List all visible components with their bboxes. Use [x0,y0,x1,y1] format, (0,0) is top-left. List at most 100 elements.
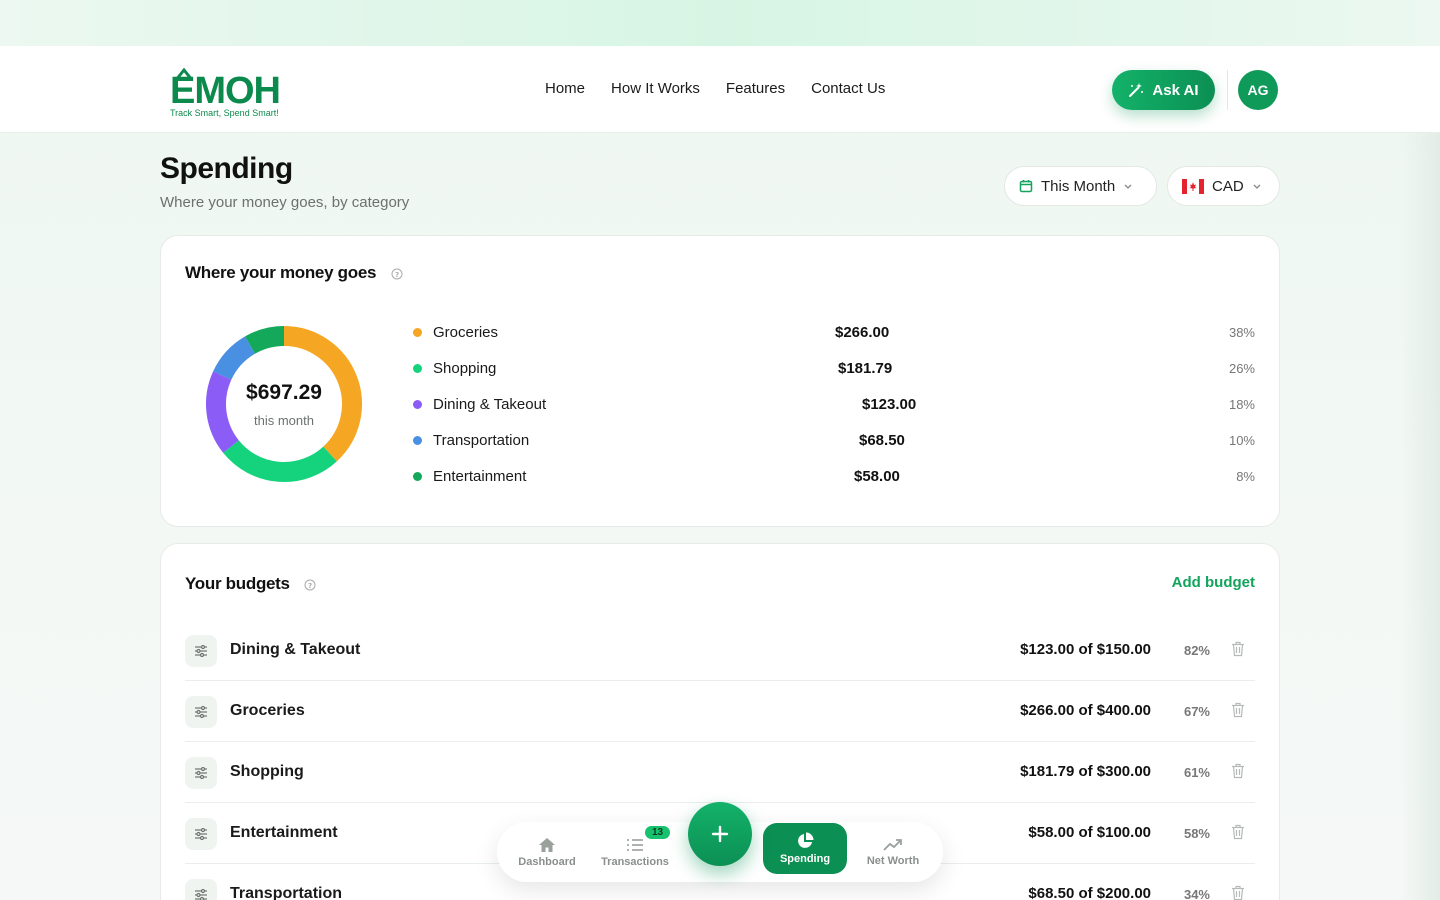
info-icon[interactable]: ? [391,268,403,280]
pie-chart-icon [798,832,814,848]
bottom-nav-spending-label: Spending [779,853,831,865]
legend-percent: 8% [1236,469,1255,484]
budget-amount: $123.00 of $150.00 [1020,641,1151,658]
ask-ai-button[interactable]: Ask AI [1112,70,1215,110]
legend-amount: $181.79 [838,360,893,377]
trash-icon[interactable] [1231,641,1245,657]
legend-percent: 38% [1228,325,1255,340]
user-avatar[interactable]: AG [1238,70,1278,110]
legend-item[interactable]: Groceries $266.00 38% [413,315,1255,351]
budget-percent: 58% [1183,826,1210,841]
legend-item[interactable]: Transportation $68.50 10% [413,423,1255,459]
trending-up-icon [883,838,902,851]
budget-amount: $181.79 of $300.00 [1020,763,1151,780]
donut-segment-transportation[interactable] [213,336,256,381]
sliders-icon[interactable] [185,818,217,850]
bottom-nav-transactions-label: Transactions [601,855,669,868]
budget-row[interactable]: Dining & Takeout $123.00 of $150.00 82% [185,620,1255,681]
currency-value: CAD [1212,177,1244,195]
budget-percent: 61% [1183,765,1210,780]
budget-name: Dining & Takeout [230,641,361,658]
donut-caption: this month [254,413,314,428]
nav-how-it-works[interactable]: How It Works [611,80,700,97]
legend-name: Transportation [433,432,530,449]
page-title: Spending [160,152,293,185]
sliders-icon[interactable] [185,879,217,900]
legend-dot [413,472,422,481]
legend-name: Shopping [433,360,497,377]
budget-amount: $68.50 of $200.00 [1028,885,1151,900]
main-nav: Home How It Works Features Contact Us [545,80,885,97]
legend-dot [413,328,422,337]
budget-row[interactable]: Shopping $181.79 of $300.00 61% [185,742,1255,803]
trash-icon[interactable] [1231,763,1245,779]
legend-item[interactable]: Dining & Takeout $123.00 18% [413,387,1255,423]
breakdown-legend: Groceries $266.00 38% Shopping $181.79 2… [413,315,1255,495]
calendar-icon [1019,180,1033,193]
budget-name: Groceries [230,702,305,719]
sliders-icon[interactable] [185,757,217,789]
home-icon [539,837,555,852]
legend-percent: 18% [1228,397,1255,412]
list-icon [627,838,643,851]
site-header: EMOH Track Smart, Spend Smart! Home How … [0,46,1440,133]
legend-name: Groceries [433,324,499,341]
donut-segment-shopping[interactable] [223,440,337,482]
sliders-icon[interactable] [185,635,217,667]
budget-amount: $58.00 of $100.00 [1028,824,1151,841]
budget-percent: 34% [1183,887,1210,900]
top-banner [0,0,1440,46]
info-icon[interactable]: ? [304,579,316,591]
bottom-nav-dashboard-label: Dashboard [518,855,576,868]
legend-percent: 26% [1228,361,1255,376]
magic-wand-icon [1129,83,1144,97]
budget-name: Transportation [230,885,343,900]
sliders-icon[interactable] [185,696,217,728]
budget-row[interactable]: Groceries $266.00 of $400.00 67% [185,681,1255,742]
nav-home[interactable]: Home [545,80,585,97]
donut-segment-entertainment[interactable] [245,326,285,354]
page-subtitle: Where your money goes, by category [160,194,410,211]
logo-wordmark: EMOH [170,70,281,112]
brand-logo[interactable]: EMOH Track Smart, Spend Smart! [168,67,288,120]
header-divider [1227,70,1228,110]
breakdown-title-row: Where your money goes ? [185,263,403,283]
budget-name: Shopping [230,763,304,780]
chevron-down-icon [1253,184,1261,189]
spending-breakdown-card: Where your money goes ? $697.29 this mon… [160,235,1280,527]
plus-icon [711,825,729,843]
chevron-down-icon [1124,184,1132,189]
legend-dot [413,364,422,373]
add-transaction-fab[interactable] [688,802,752,866]
breakdown-title: Where your money goes [185,263,377,282]
budget-name: Entertainment [230,824,338,841]
period-selector[interactable]: This Month [1004,166,1157,206]
legend-dot [413,400,422,409]
currency-selector[interactable]: CAD [1167,166,1280,206]
bottom-nav-net-worth[interactable]: Net Worth [853,822,933,882]
trash-icon[interactable] [1231,885,1245,900]
legend-dot [413,436,422,445]
donut-total: $697.29 [246,381,322,404]
add-budget-button[interactable]: Add budget [1172,574,1255,591]
legend-name: Entertainment [433,468,527,485]
bottom-nav-net-worth-label: Net Worth [866,854,920,867]
legend-item[interactable]: Entertainment $58.00 8% [413,459,1255,495]
bottom-nav-dashboard[interactable]: Dashboard [507,822,587,882]
nav-contact-us[interactable]: Contact Us [811,80,885,97]
budgets-title: Your budgets [185,574,290,593]
legend-item[interactable]: Shopping $181.79 26% [413,351,1255,387]
budget-percent: 82% [1183,643,1210,658]
legend-amount: $123.00 [862,396,917,413]
svg-text:?: ? [395,271,399,279]
trash-icon[interactable] [1231,824,1245,840]
legend-amount: $58.00 [854,468,900,485]
nav-features[interactable]: Features [726,80,785,97]
legend-amount: $266.00 [835,324,890,341]
budget-amount: $266.00 of $400.00 [1020,702,1151,719]
trash-icon[interactable] [1231,702,1245,718]
bottom-nav-spending[interactable]: Spending [763,823,847,874]
right-edge-shade [1400,133,1440,900]
legend-amount: $68.50 [859,432,905,449]
budget-percent: 67% [1183,704,1210,719]
